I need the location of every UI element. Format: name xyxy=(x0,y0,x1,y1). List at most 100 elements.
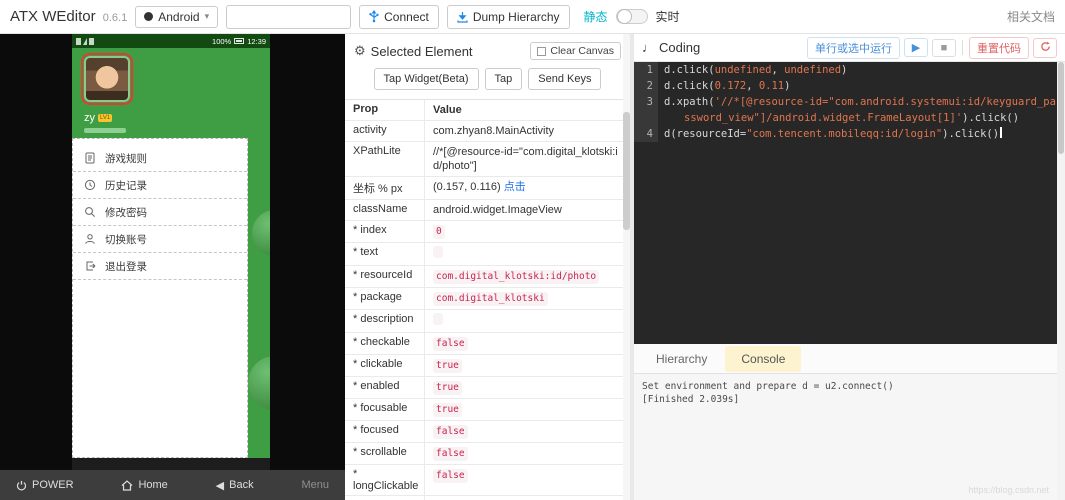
prop-value xyxy=(425,243,630,265)
prop-name: * description xyxy=(345,310,425,332)
app-version: 0.6.1 xyxy=(102,12,128,24)
home-button[interactable]: Home xyxy=(121,479,168,491)
run-selection-button[interactable]: 单行或选中运行 xyxy=(807,36,900,59)
game-piece xyxy=(252,210,270,256)
menu-item-switch-account[interactable]: 切换账号 xyxy=(73,226,247,253)
drawer-menu: 游戏规则 历史记录 修改密码 切换账号 退出登录 xyxy=(72,138,248,458)
person-icon xyxy=(85,234,95,244)
selected-element-highlight xyxy=(81,53,133,105)
device-screen[interactable]: 100% 12:39 zy LV1 游戏规则 历史记录 修改密码 切换账号 退出… xyxy=(72,34,270,470)
prop-value: com.zhyan8.MainActivity xyxy=(433,125,555,137)
run-button[interactable]: ▶ xyxy=(904,38,928,57)
docs-link[interactable]: 相关文档 xyxy=(1007,8,1055,25)
prop-name: * checkable xyxy=(345,333,425,354)
tab-hierarchy[interactable]: Hierarchy xyxy=(640,346,723,372)
connect-button[interactable]: Connect xyxy=(359,4,439,29)
prop-value-code: com.digital_klotski:id/photo xyxy=(433,270,600,284)
scrollbar-thumb[interactable] xyxy=(623,112,630,230)
tap-coordinate-link[interactable]: 点击 xyxy=(504,181,526,193)
prop-value-code: 0 xyxy=(433,225,445,239)
prop-value: com.digital_klotski:id/photo xyxy=(425,266,630,287)
prop-name: * enabled xyxy=(345,377,425,398)
stop-icon: ■ xyxy=(940,41,948,54)
device-mirror-panel: 100% 12:39 zy LV1 游戏规则 历史记录 修改密码 切换账号 退出… xyxy=(0,34,345,500)
code-editor[interactable]: 1 d.click(undefined, undefined) 2 d.click(0… xyxy=(634,62,1057,344)
line-number: 2 xyxy=(634,78,658,94)
gear-icon: ⚙ xyxy=(354,43,366,58)
power-button[interactable]: POWER xyxy=(16,479,74,491)
prop-value-code: true xyxy=(433,359,462,373)
prop-name: * scrollable xyxy=(345,443,425,464)
clear-canvas-checkbox[interactable]: Clear Canvas xyxy=(530,42,621,60)
prop-name: className xyxy=(345,200,425,220)
back-button[interactable]: ◀ Back xyxy=(216,479,254,492)
device-type-select[interactable]: Android ▾ xyxy=(135,5,219,28)
send-keys-button[interactable]: Send Keys xyxy=(528,68,602,90)
prop-value-code xyxy=(433,313,443,325)
menu-item-history[interactable]: 历史记录 xyxy=(73,172,247,199)
prop-name: * clickable xyxy=(345,355,425,376)
prop-value-code: false xyxy=(433,337,468,351)
code-line[interactable]: 3 d.xpath('//*[@resource-id="com.android.… xyxy=(634,94,1057,126)
prop-name: XPathLite xyxy=(345,142,425,176)
prop-row: * focusable true xyxy=(345,399,630,421)
device-control-bar: POWER Home ◀ Back Menu xyxy=(0,470,345,500)
prop-value-code: false xyxy=(433,469,468,483)
tap-button[interactable]: Tap xyxy=(484,68,523,90)
prop-row: * longClickable false xyxy=(345,465,630,496)
checkbox-icon xyxy=(537,46,547,56)
prop-row: XPathLite //*[@resource-id="com.digital_k… xyxy=(345,142,630,177)
reset-code-button[interactable]: 重置代码 xyxy=(969,36,1029,59)
tab-console[interactable]: Console xyxy=(725,345,802,372)
dump-label: Dump Hierarchy xyxy=(472,9,560,24)
watermark: https://blog.csdn.net xyxy=(968,485,1049,495)
music-note-icon: ♩ xyxy=(642,40,655,55)
refresh-button[interactable] xyxy=(1033,37,1057,58)
menu-item-change-password[interactable]: 修改密码 xyxy=(73,199,247,226)
realtime-toggle[interactable] xyxy=(615,9,648,24)
prop-column-header: Prop xyxy=(345,100,425,120)
prop-value: (0.157, 0.116) 点击 xyxy=(433,181,526,193)
stop-button[interactable]: ■ xyxy=(932,38,956,57)
user-avatar[interactable] xyxy=(81,53,133,105)
device-nav-strip xyxy=(72,458,270,470)
prop-name: * focused xyxy=(345,421,425,442)
app-name: ATX WEditor xyxy=(10,8,96,25)
realtime-label: 实时 xyxy=(655,10,680,24)
prop-name: 坐标 % px xyxy=(345,177,425,199)
prop-row: 坐标 % px (0.157, 0.116) 点击 xyxy=(345,177,630,200)
prop-name: * package xyxy=(345,288,425,309)
dump-hierarchy-button[interactable]: Dump Hierarchy xyxy=(446,4,570,29)
inspector-scrollbar[interactable] xyxy=(623,34,630,500)
prop-value-code: false xyxy=(433,425,468,439)
value-column-header: Value xyxy=(433,104,462,116)
prop-value-code: com.digital_klotski xyxy=(433,292,548,306)
divider xyxy=(962,40,963,55)
code-line[interactable]: 2 d.click(0.172, 0.11) xyxy=(634,78,1057,94)
menu-item-logout[interactable]: 退出登录 xyxy=(73,253,247,280)
prop-value: true xyxy=(425,399,630,420)
console-line: Set environment and prepare d = u2.conne… xyxy=(642,381,894,392)
code-line[interactable]: 4 d(resourceId="com.tencent.mobileqq:id/l… xyxy=(634,126,1057,142)
device-serial-input[interactable] xyxy=(226,4,352,29)
prop-row: * clickable true xyxy=(345,355,630,377)
tap-widget-button[interactable]: Tap Widget(Beta) xyxy=(373,68,479,90)
prop-name: * resourceId xyxy=(345,266,425,287)
code-lines: 1 d.click(undefined, undefined) 2 d.click(0… xyxy=(634,62,1057,142)
selected-element-panel: ⚙ Selected Element Clear Canvas Tap Widg… xyxy=(345,34,630,500)
code-line[interactable]: 1 d.click(undefined, undefined) xyxy=(634,62,1057,78)
home-icon xyxy=(122,479,133,491)
android-icon xyxy=(144,12,154,21)
top-toolbar: ATX WEditor 0.6.1 Android ▾ Connect Dump… xyxy=(0,0,1065,34)
menu-item-game-rules[interactable]: 游戏规则 xyxy=(73,145,247,172)
menu-button[interactable]: Menu xyxy=(301,479,329,491)
prop-name: * text xyxy=(345,243,425,265)
prop-row: * focused false xyxy=(345,421,630,443)
page-scrollbar[interactable] xyxy=(1057,62,1065,500)
prop-table-header: Prop Value xyxy=(345,100,630,121)
scrollbar-thumb[interactable] xyxy=(1058,62,1064,154)
level-badge: LV1 xyxy=(98,114,113,122)
prop-value: android.widget.ImageView xyxy=(433,204,562,216)
line-number: 3 xyxy=(634,94,658,126)
prop-name: * longClickable xyxy=(345,465,425,495)
